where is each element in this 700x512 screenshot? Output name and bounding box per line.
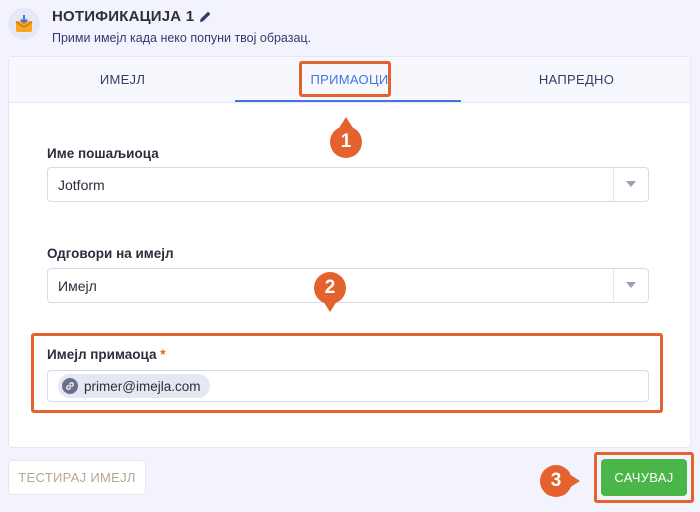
active-tab-indicator <box>235 100 461 102</box>
email-chip-text: primer@imejla.com <box>84 378 201 394</box>
pencil-icon[interactable] <box>199 10 212 23</box>
sender-name-label: Име пошаљиоца <box>47 146 159 161</box>
tab-highlight-box <box>299 61 391 97</box>
page-subtitle: Прими имејл када неко попуни твој образа… <box>52 31 312 45</box>
page-title: НОТИФИКАЦИЈА 1 <box>52 8 195 25</box>
notification-card: ИМЕЈЛ ПРИМАОЦИ НАПРЕДНО Име пошаљиоца Jo… <box>8 56 691 448</box>
notification-header: НОТИФИКАЦИЈА 1 Прими имејл када неко поп… <box>0 0 700 56</box>
select-divider <box>613 168 614 201</box>
tab-advanced[interactable]: НАПРЕДНО <box>463 57 690 102</box>
tab-email[interactable]: ИМЕЈЛ <box>9 57 236 102</box>
select-divider <box>613 269 614 302</box>
envelope-download-icon <box>8 8 40 40</box>
link-icon <box>62 378 78 394</box>
chevron-down-icon[interactable] <box>626 282 636 288</box>
chevron-down-icon[interactable] <box>626 181 636 187</box>
test-email-button[interactable]: ТЕСТИРАЈ ИМЕЈЛ <box>8 460 146 495</box>
save-button[interactable]: САЧУВАЈ <box>601 459 687 496</box>
sender-name-select[interactable]: Jotform <box>47 167 649 202</box>
reply-to-label: Одговори на имејл <box>47 246 174 261</box>
required-asterisk: * <box>160 347 166 362</box>
reply-to-select[interactable]: Имејл <box>47 268 649 303</box>
recipient-email-input[interactable]: primer@imejla.com <box>47 370 649 402</box>
step-marker-2: 2 <box>314 272 346 312</box>
sender-name-value: Jotform <box>58 176 105 193</box>
step-marker-3: 3 <box>540 465 580 497</box>
email-chip[interactable]: primer@imejla.com <box>58 374 211 398</box>
reply-to-value: Имејл <box>58 277 97 294</box>
step-marker-1: 1 <box>330 117 362 158</box>
recipient-email-label: Имејл примаоца * <box>47 347 166 362</box>
recipient-email-label-text: Имејл примаоца <box>47 347 157 362</box>
